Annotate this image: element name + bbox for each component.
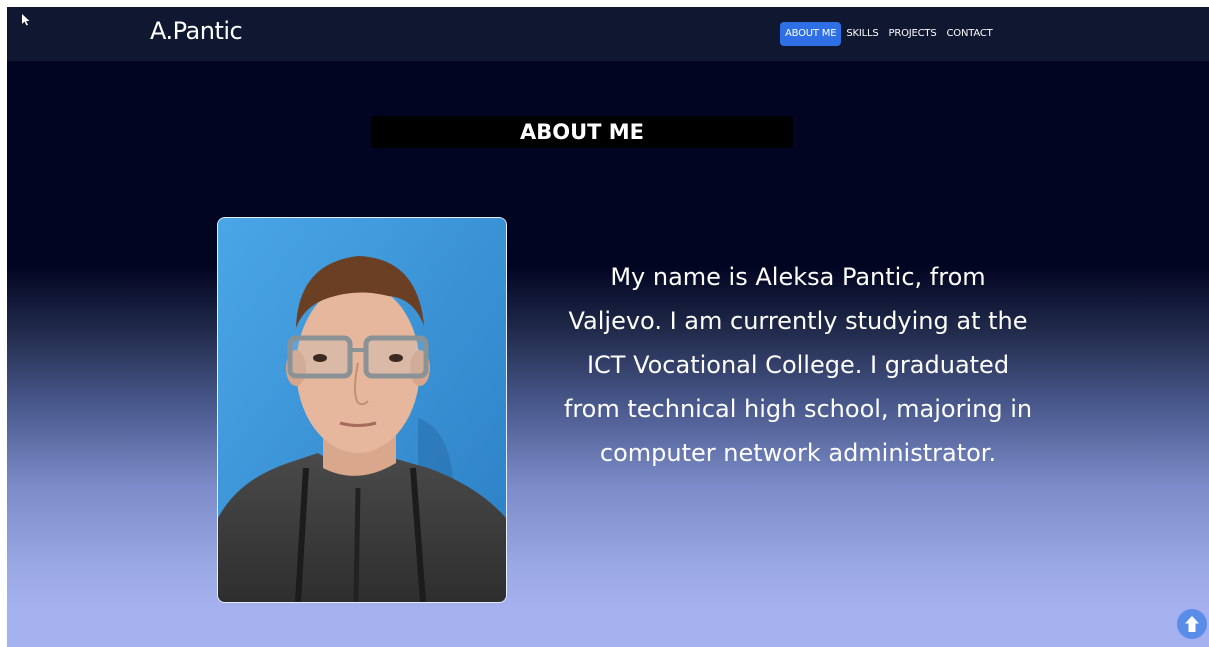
navbar: A.Pantic ABOUT ME SKILLS PROJECTS CONTAC… [7,7,1209,61]
nav-skills[interactable]: SKILLS [841,22,883,46]
nav-contact[interactable]: CONTACT [941,22,997,46]
about-me-text: My name is Aleksa Pantic, from Valjevo. … [563,263,1033,467]
profile-photo [217,217,507,603]
nav-projects[interactable]: PROJECTS [884,22,942,46]
nav-about-me[interactable]: ABOUT ME [780,22,842,46]
brand-logo[interactable]: A.Pantic [150,16,243,46]
about-me-heading: ABOUT ME [371,116,793,148]
arrow-up-circle-icon [1185,616,1199,632]
page: A.Pantic ABOUT ME SKILLS PROJECTS CONTAC… [7,7,1209,647]
scroll-to-top-button[interactable] [1177,609,1207,639]
main-nav: ABOUT ME SKILLS PROJECTS CONTACT [780,22,998,46]
mouse-pointer-icon [22,14,30,26]
portrait-illustration [218,218,506,602]
